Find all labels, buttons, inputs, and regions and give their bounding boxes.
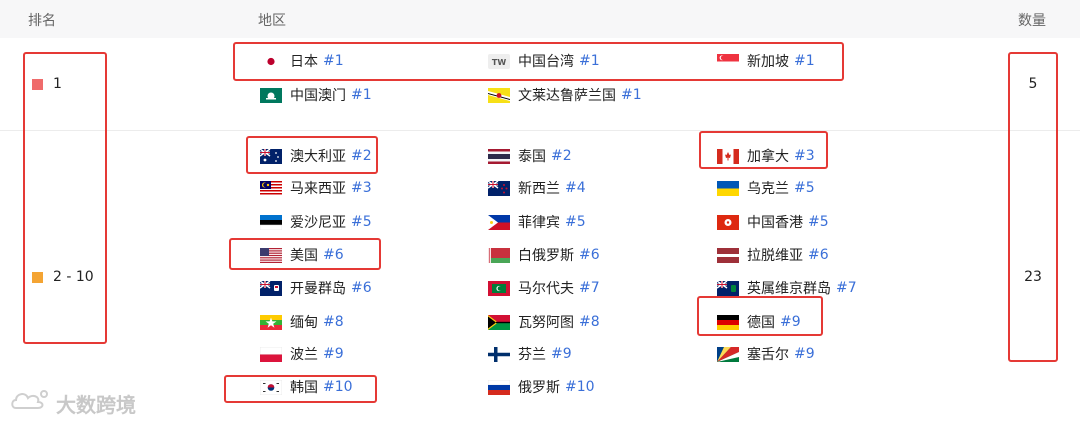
region-new-zealand: 新西兰 #4	[487, 178, 586, 198]
header-count: 数量	[1018, 13, 1046, 29]
myanmar-flag-icon	[260, 314, 282, 330]
poland-flag-icon	[259, 346, 283, 362]
row-divider	[0, 130, 1080, 131]
rank-link[interactable]: #6	[808, 247, 829, 263]
rank-link[interactable]: #7	[836, 280, 857, 296]
region-malaysia: 马来西亚 #3	[260, 178, 372, 198]
finland-flag-icon	[488, 346, 510, 362]
region-thailand: 泰国 #2	[488, 146, 572, 166]
highlight-box-usa	[229, 238, 381, 270]
hong-kong-flag-icon	[717, 214, 739, 230]
belarus-flag-icon	[488, 247, 510, 263]
rank-link[interactable]: #1	[621, 87, 642, 103]
region-hong-kong: 中国香港 #5	[717, 212, 829, 232]
maldives-flag-icon	[488, 280, 510, 296]
rank-link[interactable]: #2	[551, 148, 572, 164]
region-vanuatu: 瓦努阿图 #8	[488, 312, 600, 332]
cloud-logo-icon	[10, 388, 50, 418]
rank-link[interactable]: #4	[565, 180, 586, 196]
region-belarus: 白俄罗斯 #6	[488, 245, 600, 265]
region-macau: 中国澳门 #1	[260, 85, 372, 105]
region-russia: 俄罗斯 #10	[487, 377, 595, 397]
rank-link[interactable]: #5	[794, 180, 815, 196]
region-ukraine: 乌克兰 #5	[717, 178, 815, 198]
philippines-flag-icon	[488, 214, 510, 230]
region-estonia: 爱沙尼亚 #5	[259, 212, 372, 232]
region-seychelles: 塞舌尔 #9	[717, 344, 815, 364]
region-finland: 芬兰 #9	[488, 344, 572, 364]
region-philippines: 菲律宾 #5	[488, 212, 586, 232]
rank-link[interactable]: #5	[808, 214, 829, 230]
region-latvia: 拉脱维亚 #6	[717, 245, 829, 265]
bvi-flag-icon	[716, 279, 739, 296]
vanuatu-flag-icon	[488, 314, 510, 330]
rank-link[interactable]: #8	[323, 314, 344, 330]
rank-link[interactable]: #6	[579, 247, 600, 263]
new-zealand-flag-icon	[487, 179, 510, 196]
region-poland: 波兰 #9	[259, 344, 344, 364]
header-region: 地区	[258, 13, 286, 29]
rank-link[interactable]: #3	[351, 180, 372, 196]
ukraine-flag-icon	[717, 180, 739, 196]
rank-link[interactable]: #1	[351, 87, 372, 103]
brunei-flag-icon	[488, 87, 510, 103]
malaysia-flag-icon	[260, 180, 282, 196]
highlight-box-korea	[224, 375, 377, 403]
region-maldives: 马尔代夫 #7	[488, 278, 600, 298]
rank-link[interactable]: #5	[565, 214, 586, 230]
latvia-flag-icon	[717, 247, 739, 263]
region-myanmar: 缅甸 #8	[260, 312, 344, 332]
cayman-flag-icon	[259, 279, 282, 296]
region-cayman: 开曼群岛 #6	[259, 278, 372, 298]
rank-link[interactable]: #10	[565, 379, 595, 395]
highlight-box-count-column	[1008, 52, 1058, 362]
highlight-box-australia	[246, 136, 378, 174]
estonia-flag-icon	[259, 214, 283, 230]
table-header: 排名 地区 数量	[0, 0, 1080, 38]
thailand-flag-icon	[488, 148, 510, 164]
highlight-box-germany	[697, 296, 823, 336]
macau-flag-icon	[260, 87, 282, 103]
rank-link[interactable]: #7	[579, 280, 600, 296]
rank-link[interactable]: #6	[351, 280, 372, 296]
rank-link[interactable]: #9	[794, 346, 815, 362]
rank-link[interactable]: #9	[323, 346, 344, 362]
seychelles-flag-icon	[717, 346, 739, 362]
region-brunei: 文莱达鲁萨兰国 #1	[488, 85, 642, 105]
watermark-text: 大数跨境	[56, 392, 136, 417]
rank-link[interactable]: #9	[551, 346, 572, 362]
rank-link[interactable]: #5	[351, 214, 372, 230]
watermark: 大数跨境	[10, 388, 136, 418]
region-bvi: 英属维京群岛 #7	[716, 278, 857, 298]
highlight-box-rank-column	[23, 52, 107, 344]
russia-flag-icon	[487, 379, 511, 395]
header-rank: 排名	[28, 13, 56, 29]
rank-link[interactable]: #8	[579, 314, 600, 330]
highlight-box-canada	[699, 131, 828, 169]
highlight-box-rank1-row	[233, 42, 844, 81]
